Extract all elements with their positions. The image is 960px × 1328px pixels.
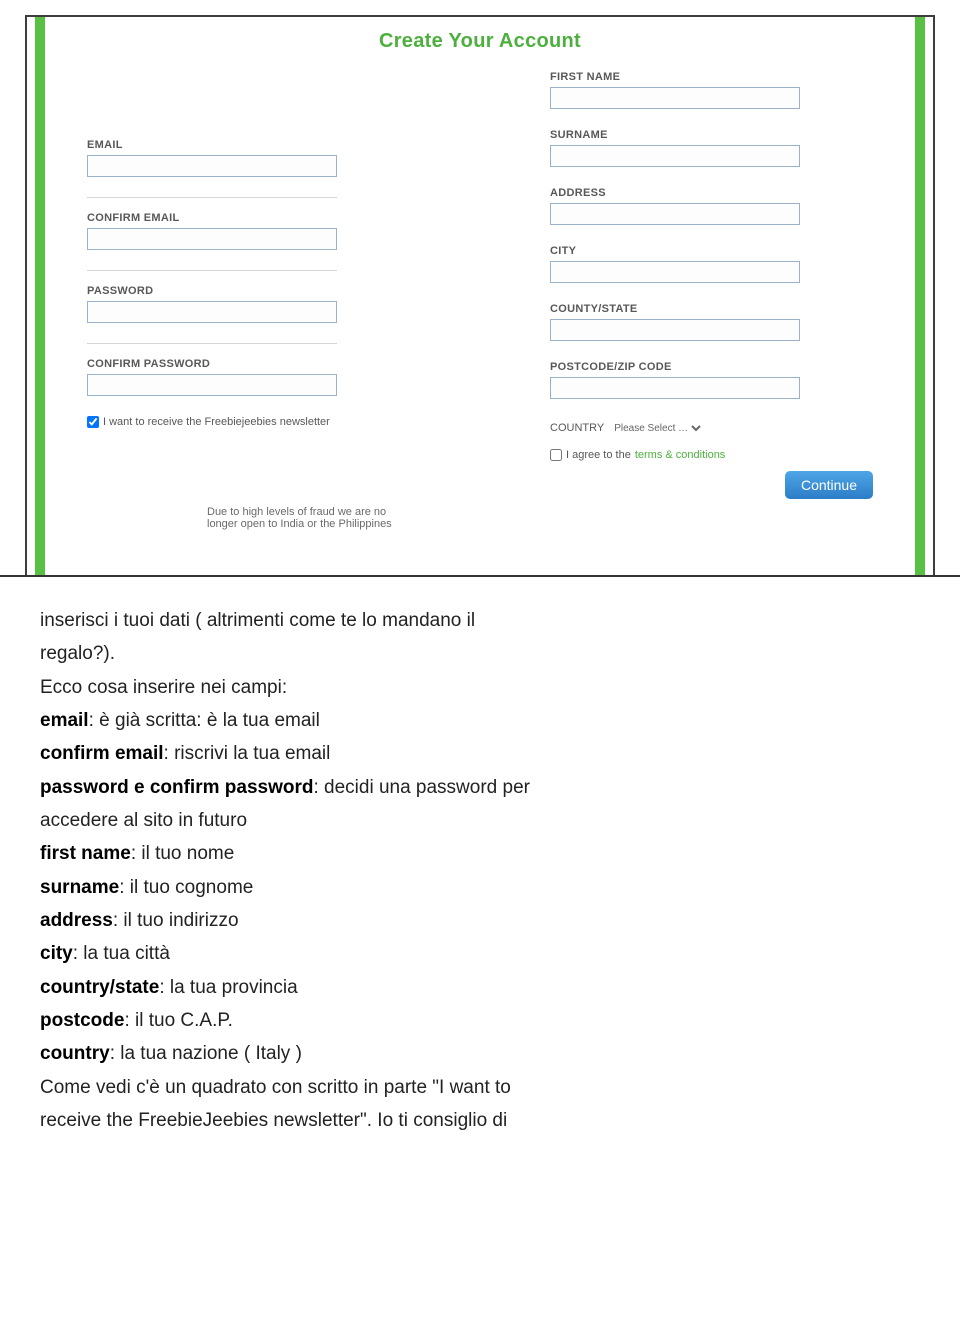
text-line: regalo?). (40, 638, 920, 669)
divider (87, 270, 337, 271)
text-line: receive the FreebieJeebies newsletter". … (40, 1105, 920, 1136)
decorative-right-edge (915, 17, 925, 575)
surname-label: SURNAME (550, 129, 873, 141)
terms-checkbox[interactable] (550, 449, 562, 461)
newsletter-checkbox[interactable] (87, 416, 99, 428)
text-line: inserisci i tuoi dati ( altrimenti come … (40, 605, 920, 636)
confirm-password-label: CONFIRM PASSWORD (87, 358, 410, 370)
form-right-column: FIRST NAME SURNAME ADDRESS CITY COUNTY/S… (550, 71, 873, 530)
continue-button[interactable]: Continue (785, 471, 873, 499)
city-label: CITY (550, 245, 873, 257)
text-line: country/state: la tua provincia (40, 972, 920, 1003)
text-line: email: è già scritta: è la tua email (40, 705, 920, 736)
decorative-left-edge (35, 17, 45, 575)
cutoff-notice: Due to high levels of fraud we are no lo… (207, 506, 410, 530)
firstname-label: FIRST NAME (550, 71, 873, 83)
terms-link[interactable]: terms & conditions (635, 449, 725, 461)
text-line: first name: il tuo nome (40, 838, 920, 869)
agree-prefix: I agree to the (566, 449, 631, 461)
divider (87, 197, 337, 198)
country-select[interactable]: Please Select … (610, 419, 704, 437)
password-label: PASSWORD (87, 285, 410, 297)
text-line: Ecco cosa inserire nei campi: (40, 672, 920, 703)
firstname-input[interactable] (550, 87, 800, 109)
city-input[interactable] (550, 261, 800, 283)
postcode-label: POSTCODE/ZIP CODE (550, 361, 873, 373)
create-account-form: Create Your Account EMAIL CONFIRM EMAIL … (87, 22, 873, 575)
text-line: Come vedi c'è un quadrato con scritto in… (40, 1072, 920, 1103)
email-input[interactable] (87, 155, 337, 177)
confirm-email-label: CONFIRM EMAIL (87, 212, 410, 224)
form-left-column: EMAIL CONFIRM EMAIL PASSWORD CONFIRM PAS… (87, 71, 410, 530)
text-line: address: il tuo indirizzo (40, 905, 920, 936)
newsletter-text: I want to receive the Freebiejeebies new… (103, 416, 330, 428)
country-label: COUNTRY (550, 422, 604, 434)
confirm-password-input[interactable] (87, 374, 337, 396)
text-line: password e confirm password: decidi una … (40, 772, 920, 803)
divider (87, 343, 337, 344)
email-label: EMAIL (87, 139, 410, 151)
county-label: COUNTY/STATE (550, 303, 873, 315)
section-divider (0, 575, 960, 577)
postcode-input[interactable] (550, 377, 800, 399)
address-input[interactable] (550, 203, 800, 225)
text-line: country: la tua nazione ( Italy ) (40, 1038, 920, 1069)
text-line: accedere al sito in futuro (40, 805, 920, 836)
instructions-block: inserisci i tuoi dati ( altrimenti come … (40, 605, 920, 1137)
form-title: Create Your Account (87, 30, 873, 53)
text-line: confirm email: riscrivi la tua email (40, 738, 920, 769)
text-line: city: la tua città (40, 938, 920, 969)
text-line: postcode: il tuo C.A.P. (40, 1005, 920, 1036)
address-label: ADDRESS (550, 187, 873, 199)
text-line: surname: il tuo cognome (40, 872, 920, 903)
county-input[interactable] (550, 319, 800, 341)
form-screenshot: Create Your Account EMAIL CONFIRM EMAIL … (25, 15, 935, 575)
password-input[interactable] (87, 301, 337, 323)
surname-input[interactable] (550, 145, 800, 167)
confirm-email-input[interactable] (87, 228, 337, 250)
